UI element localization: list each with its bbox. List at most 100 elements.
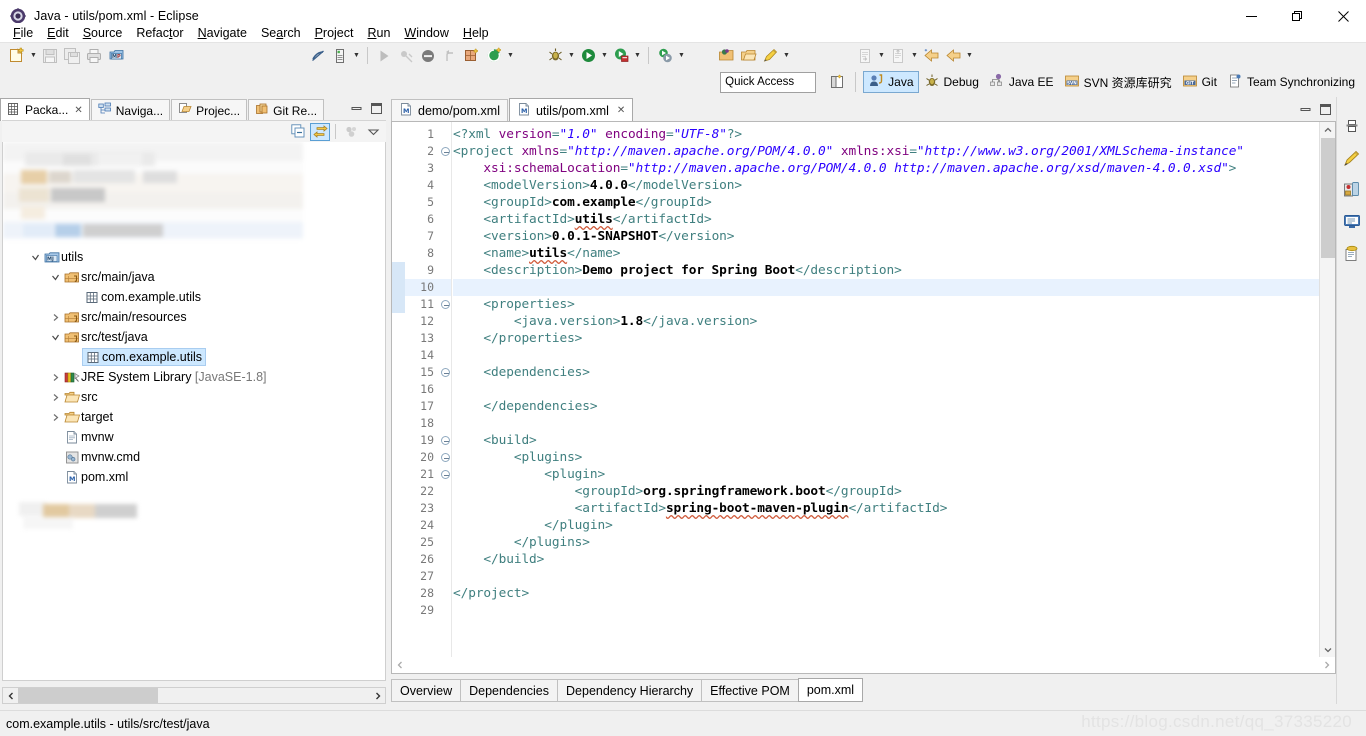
tree-item-src-main-resources[interactable]: src/main/resources (3, 307, 385, 327)
run-coverage-icon[interactable] (610, 45, 632, 67)
minimize-editor-icon[interactable] (1296, 100, 1314, 118)
perspective-debug[interactable]: Debug (919, 71, 984, 93)
menu-window[interactable]: Window (397, 25, 455, 41)
vscroll-thumb[interactable] (1321, 138, 1335, 258)
print-icon[interactable] (83, 45, 105, 67)
search-dropdown[interactable]: ▼ (781, 45, 792, 67)
new-java-class-icon[interactable] (483, 45, 505, 67)
fold-toggle-icon[interactable] (440, 296, 451, 313)
close-icon[interactable]: ✕ (617, 105, 625, 116)
open-resource-icon[interactable] (737, 45, 759, 67)
menu-edit[interactable]: Edit (40, 25, 76, 41)
page-tab-overview[interactable]: Overview (391, 679, 462, 702)
step-into-icon[interactable] (439, 45, 461, 67)
tree-item-target[interactable]: target (3, 407, 385, 427)
quick-access-input[interactable]: Quick Access (720, 71, 817, 93)
tab-git-repositories[interactable]: Git Re... (248, 99, 325, 121)
menu-help[interactable]: Help (456, 25, 496, 41)
scroll-left-icon[interactable] (3, 688, 18, 703)
link-with-editor-icon[interactable] (310, 122, 330, 141)
fold-toggle-icon[interactable] (440, 466, 451, 483)
code-text[interactable]: <?xml version="1.0" encoding="UTF-8"?> <p… (453, 122, 1319, 657)
run-dropdown[interactable]: ▼ (599, 45, 610, 67)
change-marker[interactable] (392, 262, 405, 279)
breadcrumb-dropdown[interactable]: ▼ (351, 45, 362, 67)
package-explorer-hscrollbar[interactable] (2, 687, 386, 704)
menu-navigate[interactable]: Navigate (191, 25, 254, 41)
scroll-right-icon[interactable] (370, 688, 385, 703)
maximize-view-icon[interactable] (367, 99, 385, 117)
restore-icon[interactable] (1341, 115, 1363, 137)
perspective-git[interactable]: GIT Git (1177, 71, 1222, 93)
skip-breakpoints-icon[interactable] (395, 45, 417, 67)
chevron-right-icon[interactable] (47, 309, 63, 325)
previous-annotation-icon[interactable] (887, 45, 909, 67)
open-perspective-icon[interactable] (826, 71, 848, 93)
scroll-down-icon[interactable] (1320, 642, 1335, 657)
tab-project-explorer[interactable]: Projec... (171, 99, 248, 121)
javadoc-pen-icon[interactable] (1341, 147, 1363, 169)
forward-dropdown[interactable]: ▼ (964, 45, 975, 67)
maven-build-icon[interactable]: M P (105, 45, 127, 67)
search-icon[interactable] (759, 45, 781, 67)
page-tab-pom-xml[interactable]: pom.xml (797, 678, 864, 702)
toggle-breadcrumb-icon[interactable] (329, 45, 351, 67)
new-wizard-icon[interactable] (6, 45, 28, 67)
page-tab-dependency-hierarchy[interactable]: Dependency Hierarchy (557, 679, 703, 702)
change-marker[interactable] (392, 296, 405, 313)
chevron-down-icon[interactable] (47, 269, 63, 285)
perspective-javaee[interactable]: Java EE (984, 71, 1059, 93)
save-all-icon[interactable] (61, 45, 83, 67)
fold-toggle-icon[interactable] (440, 432, 451, 449)
chevron-down-icon[interactable] (47, 329, 63, 345)
tree-item-src-test-java[interactable]: src/test/java (3, 327, 385, 347)
close-icon[interactable]: ✕ (74, 105, 82, 116)
menu-project[interactable]: Project (308, 25, 361, 41)
tree-item-pom-xml[interactable]: M pom.xml (3, 467, 385, 487)
menu-search[interactable]: Search (254, 25, 308, 41)
menu-run[interactable]: Run (360, 25, 397, 41)
view-menu-icon[interactable] (363, 123, 383, 141)
snippets-icon[interactable] (1341, 179, 1363, 201)
scroll-left-icon[interactable] (392, 658, 408, 673)
external-tools-dropdown[interactable]: ▼ (676, 45, 687, 67)
properties-icon[interactable] (1341, 243, 1363, 265)
tree-item-package-main[interactable]: com.example.utils (3, 287, 385, 307)
tab-navigator[interactable]: Naviga... (90, 99, 171, 121)
minimize-view-icon[interactable] (347, 99, 365, 117)
tab-package-explorer[interactable]: Packa... ✕ (0, 98, 90, 121)
tree-item-mvnw-cmd[interactable]: mvnw.cmd (3, 447, 385, 467)
hscroll-track[interactable] (18, 688, 370, 703)
console-icon[interactable] (1341, 211, 1363, 233)
debug-dropdown[interactable]: ▼ (566, 45, 577, 67)
run-icon[interactable] (577, 45, 599, 67)
new-java-package-icon[interactable] (461, 45, 483, 67)
back-icon[interactable] (920, 45, 942, 67)
external-tools-icon[interactable] (654, 45, 676, 67)
hscroll-thumb[interactable] (18, 688, 158, 703)
perspective-team-sync[interactable]: Team Synchronizing (1222, 71, 1360, 93)
chevron-right-icon[interactable] (47, 389, 63, 405)
page-tab-effective-pom[interactable]: Effective POM (701, 679, 799, 702)
coverage-dropdown[interactable]: ▼ (632, 45, 643, 67)
page-tab-dependencies[interactable]: Dependencies (460, 679, 559, 702)
scroll-up-icon[interactable] (1320, 122, 1335, 137)
editor-tab-utils-pom[interactable]: M utils/pom.xml ✕ (508, 98, 634, 122)
new-wizard-dropdown[interactable]: ▼ (28, 45, 39, 67)
chevron-right-icon[interactable] (47, 369, 63, 385)
source-editor[interactable]: 1 2 3 4 5 6 7 8 9 10 11 12 13 14 15 16 17 18 19 20 21 22 23 24 2… (391, 121, 1336, 658)
maximize-editor-icon[interactable] (1316, 100, 1334, 118)
folding-ruler[interactable] (438, 122, 452, 657)
change-marker[interactable] (392, 279, 405, 296)
menu-refactor[interactable]: Refactor (129, 25, 190, 41)
next-annotation-dropdown[interactable]: ▼ (876, 45, 887, 67)
tree-item-src-main-java[interactable]: src/main/java (3, 267, 385, 287)
fold-toggle-icon[interactable] (440, 449, 451, 466)
search-type-icon[interactable] (715, 45, 737, 67)
tree-item-package-test[interactable]: com.example.utils (3, 347, 385, 367)
save-icon[interactable] (39, 45, 61, 67)
resume-icon[interactable] (373, 45, 395, 67)
package-explorer-tree[interactable]: M J utils src/main/java com.example.util… (2, 142, 386, 681)
scroll-right-icon[interactable] (1319, 658, 1335, 673)
forward-icon[interactable] (942, 45, 964, 67)
